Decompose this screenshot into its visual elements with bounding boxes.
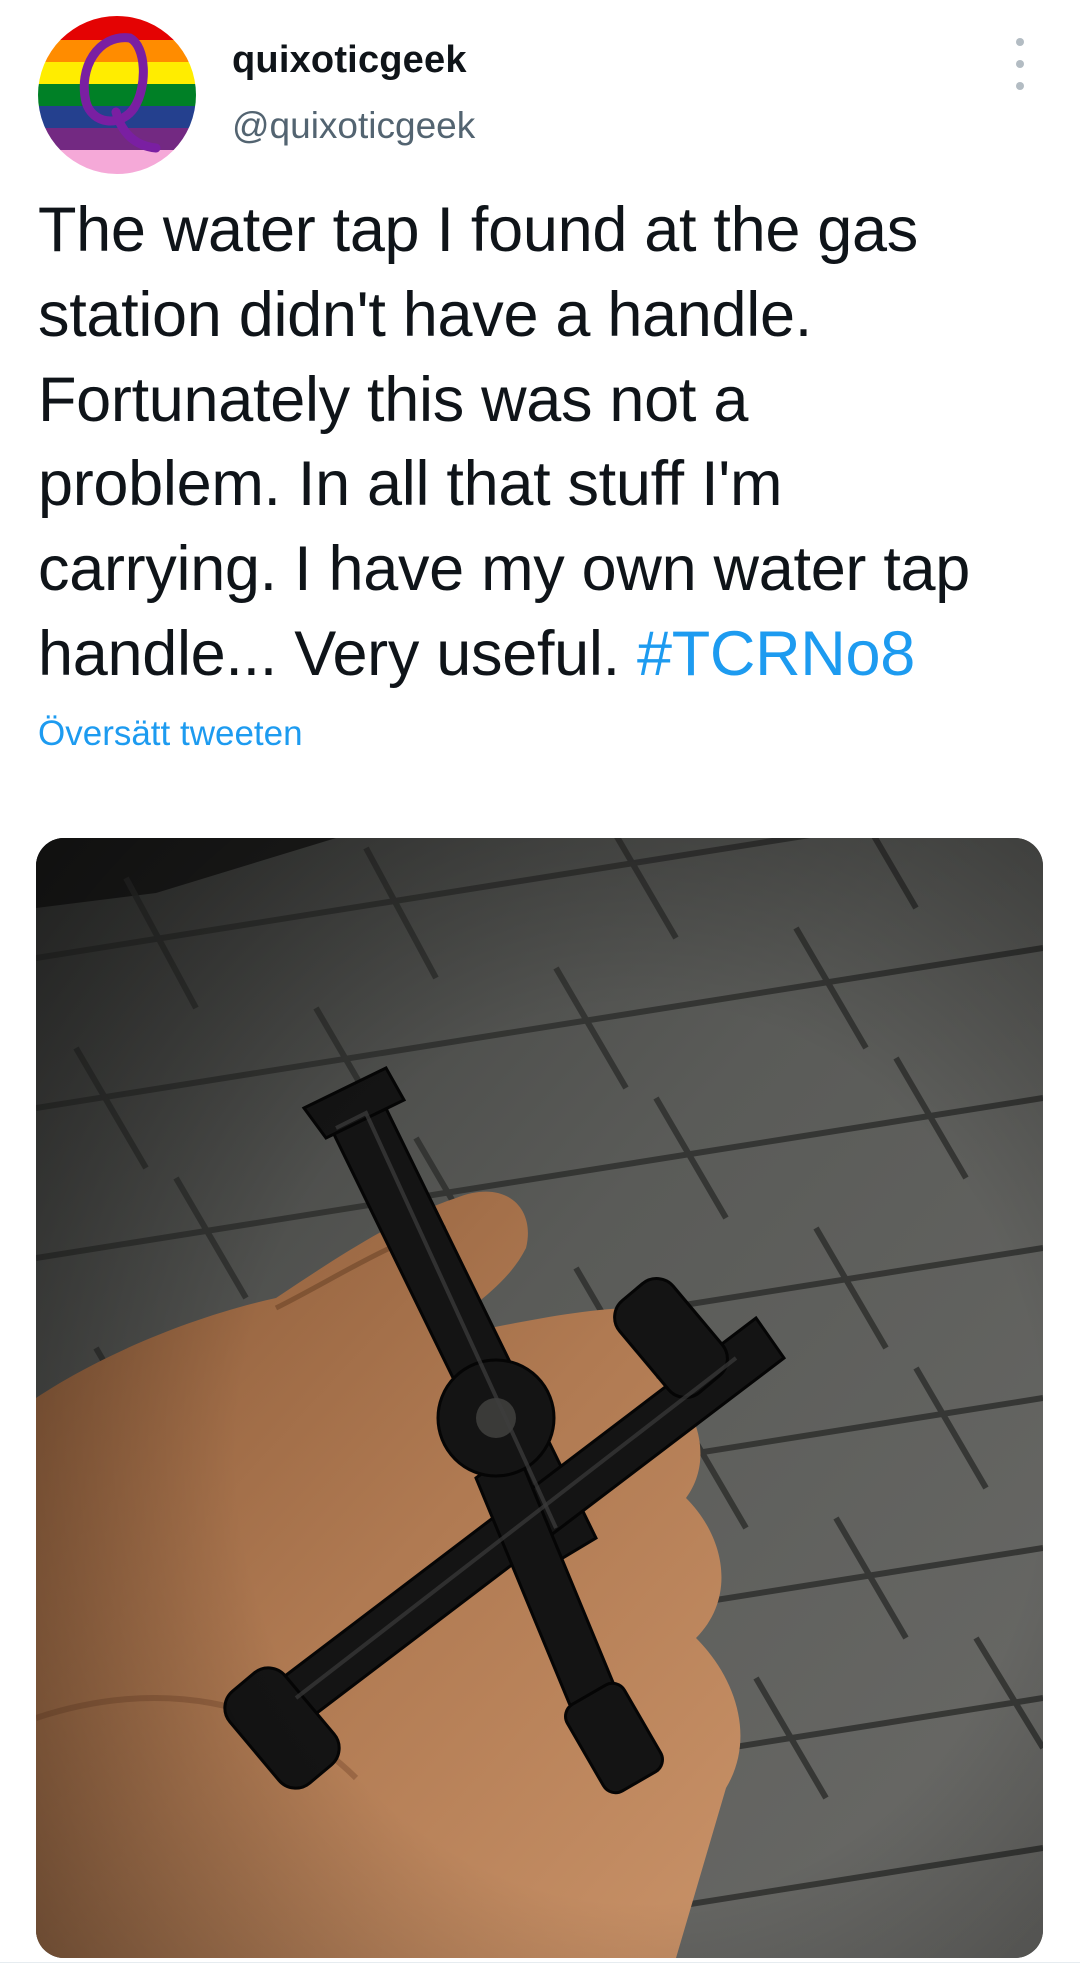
tweet-text-line: carrying. I have my own water tap [38, 534, 970, 605]
more-options-button[interactable] [996, 38, 1044, 90]
tweet: quixoticgeek @quixoticgeek The water tap… [0, 0, 1080, 1967]
tweet-text-line-last: handle... Very useful. #TCRNo8 [38, 612, 1048, 697]
hashtag-link[interactable]: #TCRNo8 [637, 619, 915, 689]
more-vertical-icon-dot [1016, 60, 1024, 68]
divider [0, 1962, 1080, 1963]
avatar-image [38, 16, 196, 174]
user-info: quixoticgeek @quixoticgeek [232, 38, 475, 148]
tweet-text-line: Fortunately this was not a [38, 364, 749, 435]
tweet-text-line: problem. In all that stuff I'm [38, 449, 783, 520]
user-handle[interactable]: @quixoticgeek [232, 104, 475, 148]
tweet-text-line: handle... Very useful. [38, 618, 637, 689]
more-vertical-icon [1016, 38, 1024, 46]
tweet-text-line: station didn't have a handle. [38, 279, 812, 350]
photo-hand-holding-key [36, 838, 1043, 1958]
translate-tweet-link[interactable]: Översätt tweeten [38, 713, 303, 755]
more-vertical-icon-dot [1016, 82, 1024, 90]
display-name[interactable]: quixoticgeek [232, 38, 475, 82]
tweet-photo[interactable] [36, 838, 1043, 1958]
avatar[interactable] [38, 16, 196, 174]
tweet-text-line: The water tap I found at the gas [38, 195, 918, 265]
tweet-text: The water tap I found at the gas station… [38, 188, 1048, 697]
